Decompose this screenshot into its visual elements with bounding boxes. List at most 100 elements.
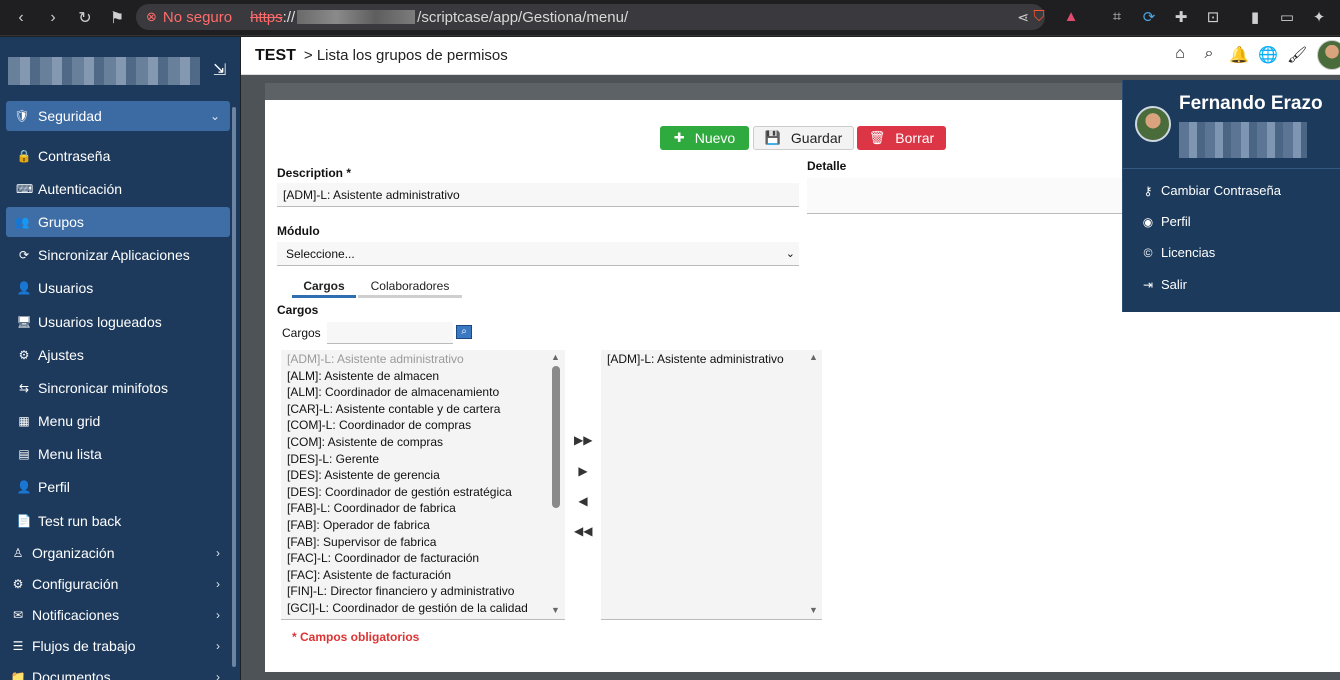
move-all-left-icon[interactable]: ◀◀: [574, 524, 592, 538]
home-icon[interactable]: ⌂: [1171, 45, 1189, 65]
list-item[interactable]: [DES]: Asistente de gerencia: [287, 468, 440, 482]
save-button[interactable]: 💾 Guardar: [753, 126, 854, 150]
extensions-icon[interactable]: ✚: [1172, 8, 1190, 26]
back-icon[interactable]: ‹: [12, 9, 30, 27]
sidebar-item-sincronizar-aplicaciones[interactable]: ⟳ Sincronizar Aplicaciones: [6, 240, 230, 270]
sidebar-item-flujos-de-trabajo[interactable]: ☰ Flujos de trabajo ›: [6, 631, 230, 661]
sidebar-item-menu-lista[interactable]: ▤ Menu lista: [6, 439, 230, 469]
share-icon[interactable]: ⋖: [1017, 9, 1029, 26]
globe-icon[interactable]: 🌐: [1258, 45, 1278, 65]
sidebar-item-configuraci-n[interactable]: ⚙ Configuración ›: [6, 569, 230, 599]
sidebar-item-autenticaci-n[interactable]: ⌨ Autenticación: [6, 174, 230, 204]
leo-icon[interactable]: ✦: [1310, 8, 1328, 26]
profile-menu-cambiar-contrase-a[interactable]: ⚷ Cambiar Contraseña: [1141, 183, 1281, 198]
description-field[interactable]: [ADM]-L: Asistente administrativo: [277, 183, 799, 207]
sidebar-item-label: Notificaciones: [32, 607, 120, 623]
search-icon[interactable]: ⌕: [1200, 45, 1218, 65]
crop-icon[interactable]: ⌗: [1108, 8, 1126, 26]
selected-cargos-list[interactable]: [ADM]-L: Asistente administrativo ▲ ▼: [601, 350, 822, 620]
reload-icon[interactable]: ↻: [76, 8, 94, 28]
rewards-icon[interactable]: ▲: [1062, 8, 1080, 25]
sidebar-item-perfil[interactable]: 👤 Perfil: [6, 472, 230, 502]
sync-extension-icon[interactable]: ⟳: [1140, 8, 1158, 26]
sidebar-item-contrase-a[interactable]: 🔒 Contraseña: [6, 141, 230, 171]
move-left-icon[interactable]: ◀: [574, 494, 592, 508]
profile-menu-perfil[interactable]: ◉ Perfil: [1141, 214, 1191, 229]
list-item[interactable]: [GCI]-L: Coordinador de gestión de la ca…: [287, 601, 528, 615]
sidebar-item-test-run-back[interactable]: 📄 Test run back: [6, 506, 230, 536]
sidebar-item-grupos[interactable]: 👥 Grupos: [6, 207, 230, 237]
scroll-down-icon[interactable]: ▼: [809, 605, 818, 615]
sidebar-item-menu-grid[interactable]: ▦ Menu grid: [6, 406, 230, 436]
browser-toolbar: ‹ › ↻ ⚑ ⊗ No seguro https :// /scriptcas…: [0, 0, 1340, 36]
logout-icon: ⇥: [1142, 277, 1154, 292]
detalle-field[interactable]: [807, 178, 1123, 214]
description-label: Description *: [277, 166, 352, 180]
list-item[interactable]: [DES]: Coordinador de gestión estratégic…: [287, 485, 512, 499]
new-button[interactable]: ✚ Nuevo: [660, 126, 749, 150]
list-item[interactable]: [COM]: Asistente de compras: [287, 435, 443, 449]
move-all-right-icon[interactable]: ▶▶: [574, 433, 592, 447]
list-item[interactable]: [FAB]-L: Coordinador de fabrica: [287, 501, 456, 515]
list-item[interactable]: [CAR]-L: Asistente contable y de cartera: [287, 402, 500, 416]
sidebar-item-label: Autenticación: [38, 181, 123, 197]
warning-icon: ⊗: [146, 9, 157, 24]
profile-menu-salir[interactable]: ⇥ Salir: [1141, 277, 1187, 292]
profile-avatar: [1135, 106, 1171, 142]
url-scheme: https: [250, 8, 283, 26]
tab-cargos[interactable]: Cargos: [292, 276, 356, 298]
sidebar-item-organizaci-n[interactable]: ♙ Organización ›: [6, 538, 230, 568]
cargos-search-input[interactable]: [327, 322, 453, 344]
page-header: TEST > Lista los grupos de permisos ⌂ ⌕ …: [241, 37, 1340, 75]
list-item[interactable]: [DES]-L: Gerente: [287, 452, 379, 466]
list-item[interactable]: [FAB]: Supervisor de fabrica: [287, 535, 436, 549]
sidebar-toggle-icon[interactable]: ▮: [1246, 8, 1264, 26]
sidebar-item-label: Ajustes: [38, 347, 84, 363]
reader-icon[interactable]: ⊡: [1204, 8, 1222, 26]
paint-roller-icon[interactable]: 🖌: [1287, 45, 1307, 65]
address-bar[interactable]: ⊗ No seguro https :// /scriptcase/app/Ge…: [136, 4, 1045, 30]
sidebar-scrollbar[interactable]: [232, 107, 236, 667]
list-scrollbar[interactable]: [552, 366, 560, 508]
search-icon[interactable]: ⌕: [456, 325, 472, 339]
list-item[interactable]: [FAC]: Asistente de facturación: [287, 568, 451, 582]
sidebar-item-ajustes[interactable]: ⚙ Ajustes: [6, 340, 230, 370]
list-item[interactable]: [FIN]-L: Director financiero y administr…: [287, 584, 514, 598]
profile-menu-label: Perfil: [1161, 214, 1191, 229]
sidebar-item-label: Test run back: [38, 513, 122, 529]
sidebar-item-notificaciones[interactable]: ✉ Notificaciones ›: [6, 600, 230, 630]
sidebar-item-seguridad[interactable]: 🛡 Seguridad ⌄: [6, 101, 230, 131]
sidebar-item-label: Grupos: [38, 214, 84, 230]
list-item[interactable]: [FAC]-L: Coordinador de facturación: [287, 551, 479, 565]
grid-icon: ▦: [18, 414, 30, 428]
list-item[interactable]: [ADM]-L: Asistente administrativo: [607, 352, 784, 366]
profile-menu-licencias[interactable]: © Licencias: [1141, 245, 1216, 260]
collapse-icon[interactable]: ⇲: [213, 60, 226, 80]
available-cargos-list[interactable]: [ADM]-L: Asistente administrativo [ALM]: …: [281, 350, 565, 620]
list-item[interactable]: [ALM]: Coordinador de almacenamiento: [287, 385, 499, 399]
list-item[interactable]: [ALM]: Asistente de almacen: [287, 369, 439, 383]
scroll-up-icon[interactable]: ▲: [551, 352, 560, 362]
move-right-icon[interactable]: ▶: [574, 464, 592, 478]
security-status: No seguro: [162, 8, 233, 26]
list-item[interactable]: [FAB]: Operador de fabrica: [287, 518, 430, 532]
sidebar-item-usuarios[interactable]: 👤 Usuarios: [6, 273, 230, 303]
bookmark-icon[interactable]: ⚑: [108, 8, 126, 28]
forward-icon[interactable]: ›: [44, 9, 62, 27]
delete-button[interactable]: 🗑 Borrar: [857, 126, 946, 150]
sidebar-item-usuarios-logueados[interactable]: 🖥 Usuarios logueados: [6, 307, 230, 337]
scroll-down-icon[interactable]: ▼: [551, 605, 560, 615]
brave-shield-icon[interactable]: ⛉: [1030, 8, 1048, 25]
bell-icon[interactable]: 🔔: [1229, 45, 1249, 65]
list-item[interactable]: [ADM]-L: Asistente administrativo: [287, 352, 464, 366]
tab-colaboradores[interactable]: Colaboradores: [358, 276, 462, 298]
list-icon: ▤: [18, 447, 30, 461]
scroll-up-icon[interactable]: ▲: [809, 352, 818, 362]
modulo-select[interactable]: Seleccione... ⌄: [277, 242, 799, 266]
sidebar-item-documentos[interactable]: 📁 Documentos ›: [6, 662, 230, 680]
list-item[interactable]: [COM]-L: Coordinador de compras: [287, 418, 471, 432]
wallet-icon[interactable]: ▭: [1278, 8, 1296, 26]
avatar[interactable]: [1317, 40, 1340, 70]
user-circle-icon: ◉: [1142, 214, 1154, 229]
sidebar-item-sincronicar-minifotos[interactable]: ⇆ Sincronicar minifotos: [6, 373, 230, 403]
